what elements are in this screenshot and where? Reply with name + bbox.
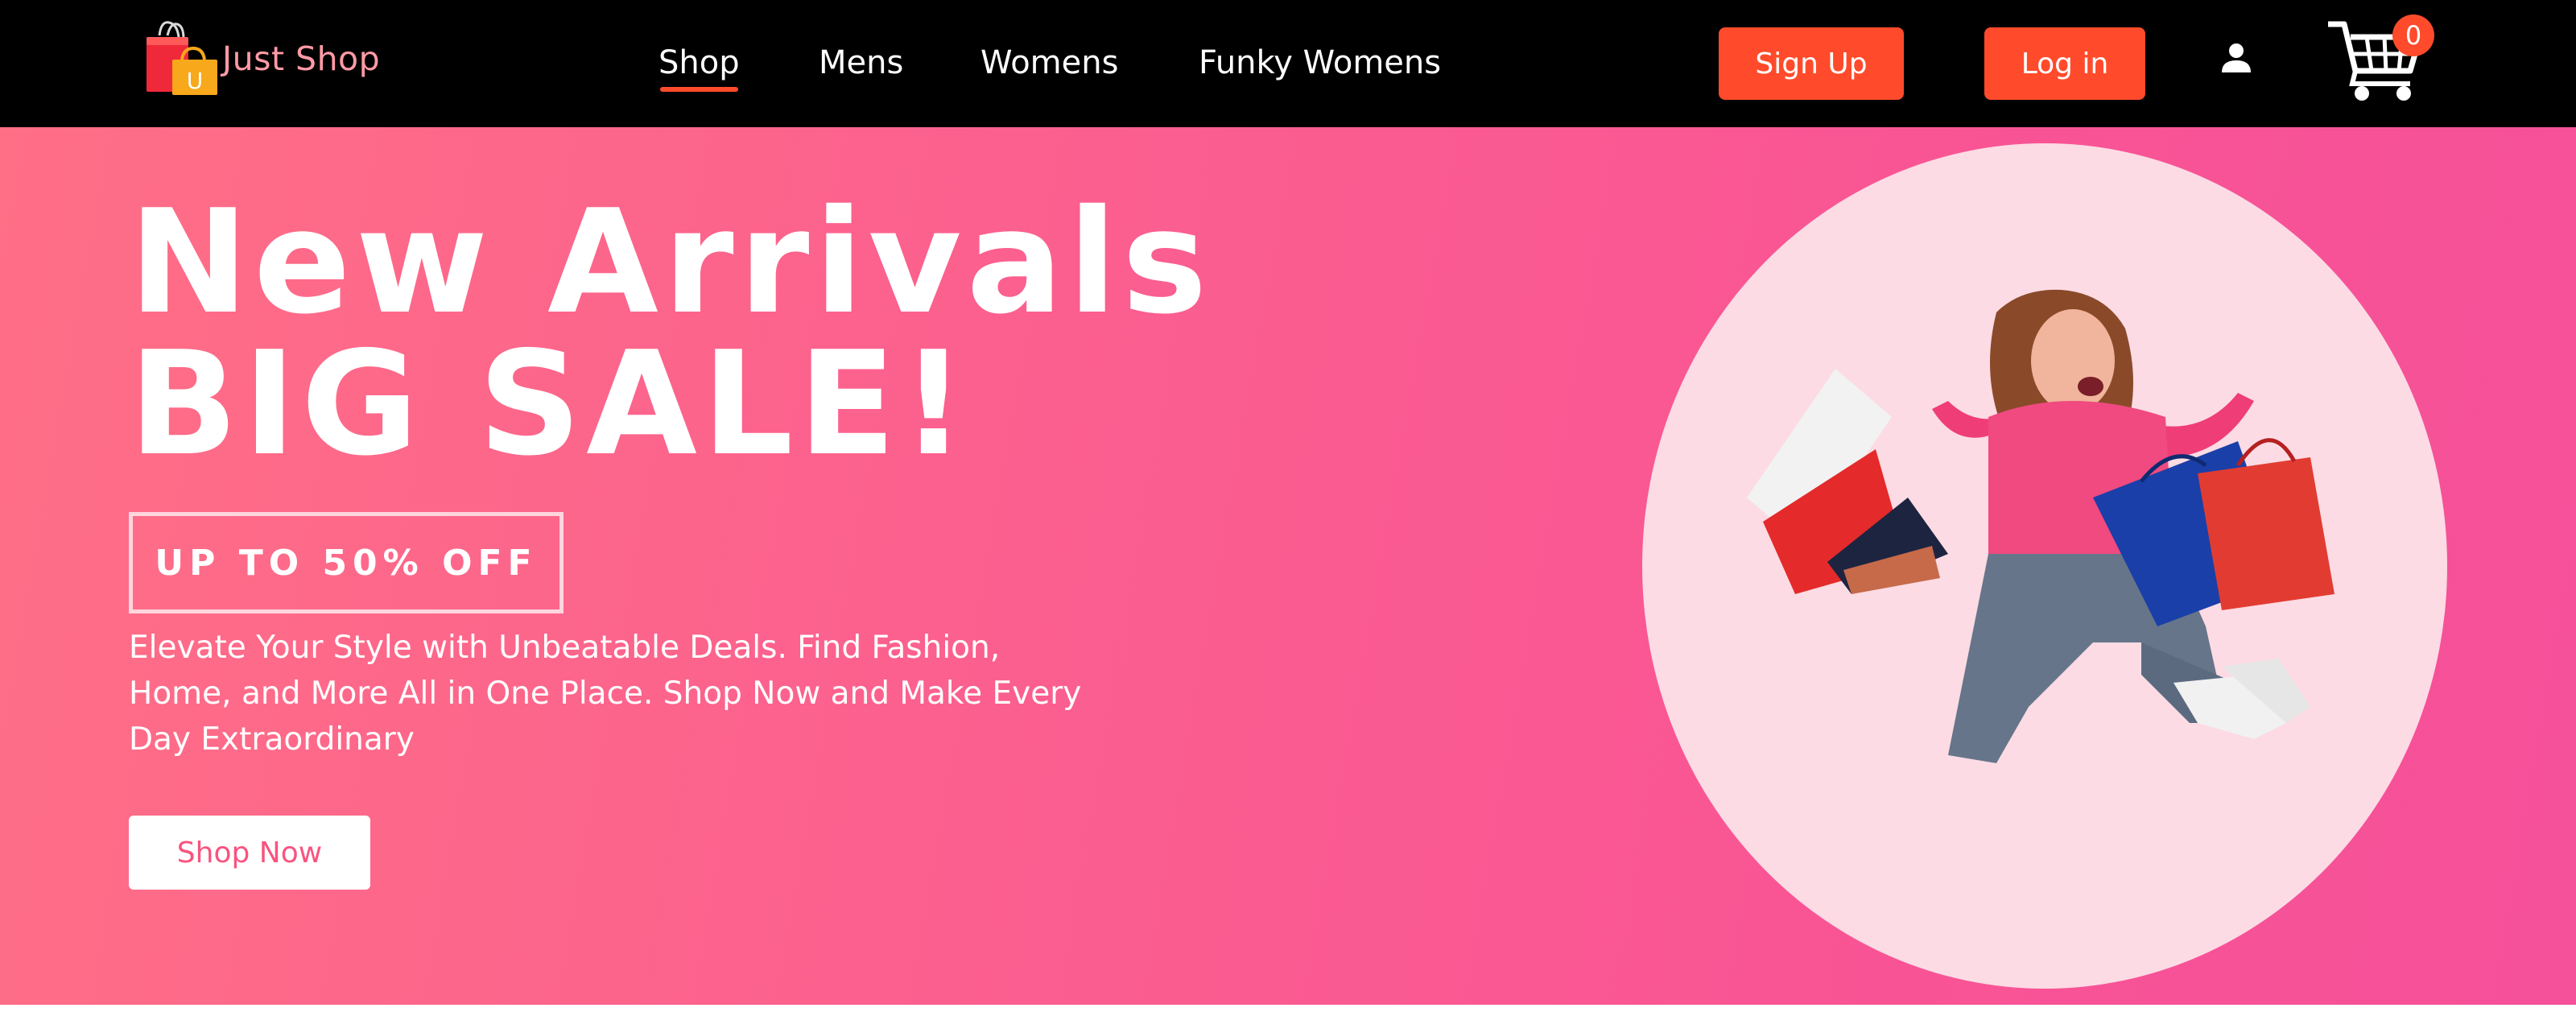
brand-name: Just Shop — [222, 39, 381, 78]
navbar: U Just Shop Shop Mens Womens Funky Women… — [0, 0, 2576, 127]
hero-title-line-1: New Arrivals — [129, 179, 1212, 345]
cart-count-badge: 0 — [2392, 14, 2434, 56]
woman-with-shopping-bags-image — [1747, 289, 2334, 763]
nav-link-womens[interactable]: Womens — [980, 42, 1118, 84]
log-in-button[interactable]: Log in — [1984, 27, 2145, 100]
user-icon[interactable] — [2219, 40, 2254, 79]
hero-banner: New Arrivals BIG SALE! UP TO 50% OFF Ele… — [0, 127, 2576, 1005]
hero-title-line-2: BIG SALE! — [129, 320, 972, 487]
hero-image-circle — [1642, 143, 2447, 989]
nav-link-funky-womens[interactable]: Funky Womens — [1199, 42, 1441, 84]
shopping-bag-logo-icon: U — [147, 21, 217, 95]
nav-link-mens[interactable]: Mens — [819, 42, 903, 84]
logo-letter: U — [187, 68, 204, 94]
brand-logo[interactable]: U Just Shop — [143, 21, 380, 97]
discount-badge: UP TO 50% OFF — [129, 512, 564, 613]
shop-now-button[interactable]: Shop Now — [129, 816, 370, 890]
hero-description: Elevate Your Style with Unbeatable Deals… — [129, 630, 1082, 758]
sign-up-button[interactable]: Sign Up — [1719, 27, 1904, 100]
hero-title: New Arrivals BIG SALE! — [129, 179, 1212, 487]
nav-link-shop[interactable]: Shop — [658, 42, 740, 92]
